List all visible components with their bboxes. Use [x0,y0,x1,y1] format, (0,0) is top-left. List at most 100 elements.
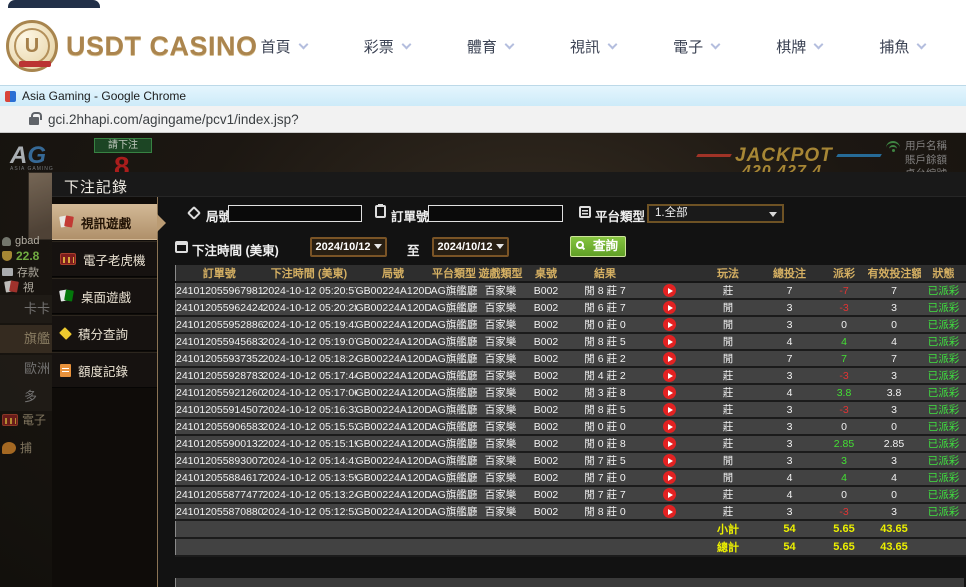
cell-status: 已派彩 [921,282,966,299]
subtotal-valid: 43.65 [868,520,921,538]
casino-logo-text: USDT CASINO [66,31,258,62]
casino-logo[interactable]: U USDT CASINO [6,20,258,72]
hall-tab-cagayan[interactable]: 卡卡 [0,295,52,323]
lock-icon[interactable] [29,117,39,125]
chevron-down-icon [608,39,618,49]
cell-round: GB00224A120DA [356,401,431,418]
table-row: 241012055884617 2024-10-12 05:13:59 GB00… [176,469,966,486]
bet-table-totals: 小計 54 5.65 43.65 總計 54 5.65 43.65 [176,520,966,556]
table-row: 241012055937352 2024-10-12 05:18:24 GB00… [176,350,966,367]
platform-type-select[interactable]: 1.全部 [647,204,784,223]
cell-platform: AG旗艦廳 [431,503,478,520]
round-number-input[interactable] [228,205,362,222]
bet-records-table: 訂單號 下注時間 (美東) 局號 平台類型 遊戲類型 桌號 結果 玩法 總投注 … [175,265,966,557]
order-number-input[interactable] [428,205,563,222]
cell-replay [642,333,698,350]
bet-table-body: 241012055967981 2024-10-12 05:20:57 GB00… [176,282,966,520]
cell-payout: -3 [821,503,868,520]
cell-table: B002 [524,299,569,316]
sidebar-item-slot-machines[interactable]: 電子老虎機 [52,241,157,277]
cell-result: 閒 3 莊 8 [569,384,642,401]
cell-replay [642,299,698,316]
sidebar-item-video-games[interactable]: 視訊遊戲 [52,204,157,240]
play-replay-button[interactable] [663,386,676,399]
cell-total-bet: 3 [759,299,821,316]
play-replay-button[interactable] [663,301,676,314]
play-replay-button[interactable] [663,369,676,382]
cell-status: 已派彩 [921,486,966,503]
modal-header: 下注記錄 [52,172,966,197]
cell-game-type: 百家樂 [478,350,524,367]
play-replay-button[interactable] [663,403,676,416]
hall-tab-europe[interactable]: 歐洲 [0,355,52,383]
nav-item-egames[interactable]: 電子 [673,36,719,57]
sidebar-item-points-query[interactable]: 積分查詢 [52,315,157,351]
play-replay-button[interactable] [663,488,676,501]
video-row[interactable]: 視 [5,279,34,295]
play-replay-button[interactable] [663,437,676,450]
hall-tab-multi[interactable]: 多 [0,383,52,411]
cell-order: 241012055945683 [176,333,263,350]
play-replay-button[interactable] [663,420,676,433]
browser-tab-stub[interactable] [8,0,100,8]
cell-result: 閒 8 莊 7 [569,282,642,299]
cell-time: 2024-10-12 05:15:19 [263,435,356,452]
cell-platform: AG旗艦廳 [431,435,478,452]
play-replay-button[interactable] [663,505,676,518]
cell-round: GB00224A120D9 [356,418,431,435]
table-tail-strip [175,578,964,587]
cell-play: 閒 [698,452,759,469]
nav-item-live-video[interactable]: 視訊 [570,36,616,57]
sidebar-item-table-games[interactable]: 桌面遊戲 [52,278,157,314]
play-replay-button[interactable] [663,335,676,348]
cell-status: 已派彩 [921,401,966,418]
document-icon [60,364,71,377]
cell-result: 閒 0 莊 0 [569,418,642,435]
date-from-picker[interactable]: 2024/10/12 [310,237,387,257]
nav-item-fishing[interactable]: 捕魚 [879,36,925,57]
cell-valid-bet: 3 [868,452,921,469]
chrome-url-bar[interactable]: gci.2hhapi.com/agingame/pcv1/index.jsp? [0,106,966,133]
hall-tab-flagship[interactable]: 旗艦 [0,325,52,353]
cell-time: 2024-10-12 05:12:52 [263,503,356,520]
play-replay-button[interactable] [663,471,676,484]
fishing-tab[interactable]: 捕 [2,439,32,456]
col-header-payout: 派彩 [821,265,868,282]
col-header-platform: 平台類型 [431,265,478,282]
cell-valid-bet: 3.8 [868,384,921,401]
cell-replay [642,350,698,367]
chevron-down-icon [814,39,824,49]
cell-result: 閒 6 莊 2 [569,350,642,367]
search-button[interactable]: 查詢 [570,236,626,257]
subtotal-row: 小計 54 5.65 43.65 [176,520,966,538]
diamond-icon [59,327,72,340]
cell-time: 2024-10-12 05:19:43 [263,316,356,333]
sidebar-item-credit-records[interactable]: 額度記錄 [52,352,157,388]
play-replay-button[interactable] [663,352,676,365]
chevron-down-icon [401,39,411,49]
nav-item-lottery[interactable]: 彩票 [364,36,410,57]
cell-status: 已派彩 [921,469,966,486]
cell-result: 閒 6 莊 7 [569,299,642,316]
fish-icon [2,442,16,454]
nav-item-chess[interactable]: 棋牌 [776,36,822,57]
cell-valid-bet: 3 [868,503,921,520]
nav-item-home[interactable]: 首頁 [261,36,307,57]
cell-round: GB00224A120DH [356,282,431,299]
cell-valid-bet: 4 [868,333,921,350]
deposit-row[interactable]: 存款 [2,264,39,280]
playing-cards-icon [5,281,19,293]
egames-tab[interactable]: 電子 [2,411,46,428]
play-replay-button[interactable] [663,284,676,297]
nav-item-sports[interactable]: 體育 [467,36,513,57]
play-replay-button[interactable] [663,318,676,331]
col-header-play: 玩法 [698,265,759,282]
date-to-picker[interactable]: 2024/10/12 [432,237,509,257]
play-replay-button[interactable] [663,454,676,467]
balance-row: 22.8 [2,249,39,263]
subtotal-bet: 54 [759,520,821,538]
chrome-window-titlebar[interactable]: Asia Gaming - Google Chrome [0,85,966,106]
table-row: 241012055945683 2024-10-12 05:19:07 GB00… [176,333,966,350]
window-favicon-icon [5,91,16,102]
cell-table: B002 [524,435,569,452]
